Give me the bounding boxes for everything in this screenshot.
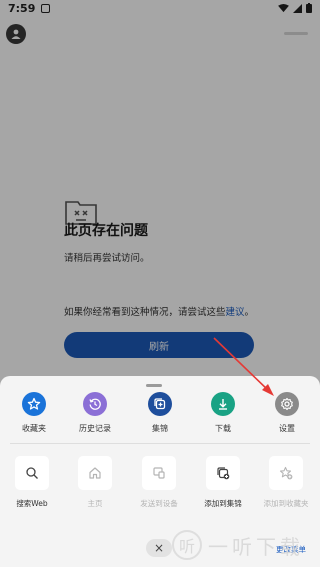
- home-label: 主页: [87, 499, 103, 508]
- collections-label: 集锦: [152, 424, 168, 433]
- downloads-label: 下载: [215, 424, 231, 433]
- send-to-device-icon: [142, 456, 176, 490]
- watermark: 听 一听下载: [172, 528, 304, 562]
- settings-button[interactable]: 设置: [263, 392, 311, 434]
- search-icon: [15, 456, 49, 490]
- home-tile[interactable]: 主页: [69, 456, 121, 509]
- history-label: 历史记录: [79, 424, 111, 433]
- add-to-favorites-label: 添加到收藏夹: [263, 499, 309, 508]
- collections-button[interactable]: 集锦: [136, 392, 184, 434]
- settings-icon: [275, 392, 299, 416]
- add-to-collection-label: 添加到集锦: [204, 499, 242, 508]
- close-icon: ×: [153, 541, 165, 555]
- favorites-label: 收藏夹: [22, 424, 46, 433]
- search-web-label: 搜索Web: [16, 499, 48, 508]
- menu-divider: [10, 443, 310, 444]
- home-icon: [78, 456, 112, 490]
- watermark-glyph: 听: [178, 537, 195, 556]
- add-to-favorites-icon: [269, 456, 303, 490]
- add-to-favorites-tile[interactable]: 添加到收藏夹: [260, 456, 312, 509]
- settings-label: 设置: [279, 424, 295, 433]
- history-icon: [83, 392, 107, 416]
- favorites-button[interactable]: 收藏夹: [10, 392, 58, 434]
- add-to-collection-tile[interactable]: 添加到集锦: [197, 456, 249, 509]
- add-to-collection-icon: [206, 456, 240, 490]
- downloads-button[interactable]: 下载: [199, 392, 247, 434]
- send-to-device-tile[interactable]: 发送到设备: [133, 456, 185, 509]
- collections-icon: [148, 392, 172, 416]
- sheet-drag-handle[interactable]: [146, 384, 162, 387]
- download-icon: [211, 392, 235, 416]
- watermark-logo: 听: [172, 530, 202, 560]
- star-icon: [22, 392, 46, 416]
- history-button[interactable]: 历史记录: [71, 392, 119, 434]
- search-web-tile[interactable]: 搜索Web: [6, 456, 58, 509]
- send-to-device-label: 发送到设备: [140, 499, 178, 508]
- close-menu-button[interactable]: ×: [146, 539, 172, 557]
- watermark-text: 一听下载: [208, 534, 304, 559]
